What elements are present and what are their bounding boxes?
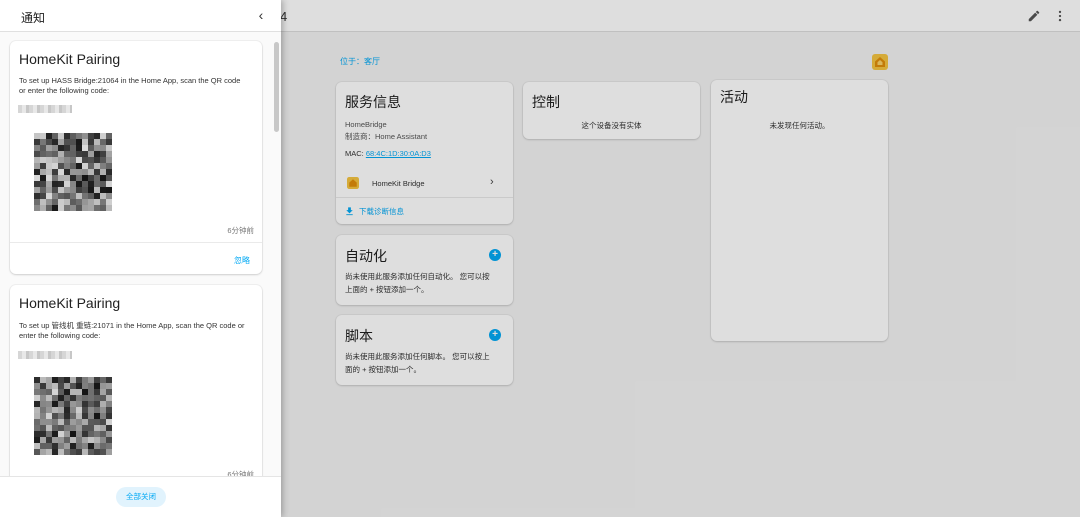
- notification-message-line-2: or enter the following code:: [19, 86, 110, 95]
- dismiss-button[interactable]: 忽略: [234, 255, 250, 266]
- notification-drawer: 通知 ‹ HomeKit Pairing To set up HASS Brid…: [0, 0, 281, 517]
- notification-message-line-1: To set up 管线机 重链:21071 in the Home App, …: [19, 321, 245, 330]
- notification-title: HomeKit Pairing: [19, 51, 121, 67]
- notification-card: HomeKit Pairing To set up HASS Bridge:21…: [10, 41, 262, 274]
- pairing-code-redacted: [18, 105, 72, 113]
- divider: [10, 242, 262, 243]
- chevron-left-icon[interactable]: ‹: [254, 7, 268, 23]
- notification-title: HomeKit Pairing: [19, 295, 121, 311]
- notification-message-line-1: To set up HASS Bridge:21064 in the Home …: [19, 76, 241, 85]
- notification-message-line-2: enter the following code:: [19, 331, 101, 340]
- pairing-code-redacted: [18, 351, 72, 359]
- qr-code-image: [34, 133, 112, 211]
- drawer-footer: 全部关闭: [0, 476, 281, 517]
- close-all-button[interactable]: 全部关闭: [116, 487, 166, 507]
- notification-timestamp: 6分钟前: [227, 226, 254, 235]
- drawer-header: 通知 ‹: [0, 0, 281, 32]
- qr-code-image: [34, 377, 112, 455]
- scrollbar-thumb[interactable]: [274, 42, 279, 132]
- drawer-title: 通知: [21, 11, 46, 25]
- notification-card: HomeKit Pairing To set up 管线机 重链:21071 i…: [10, 285, 262, 485]
